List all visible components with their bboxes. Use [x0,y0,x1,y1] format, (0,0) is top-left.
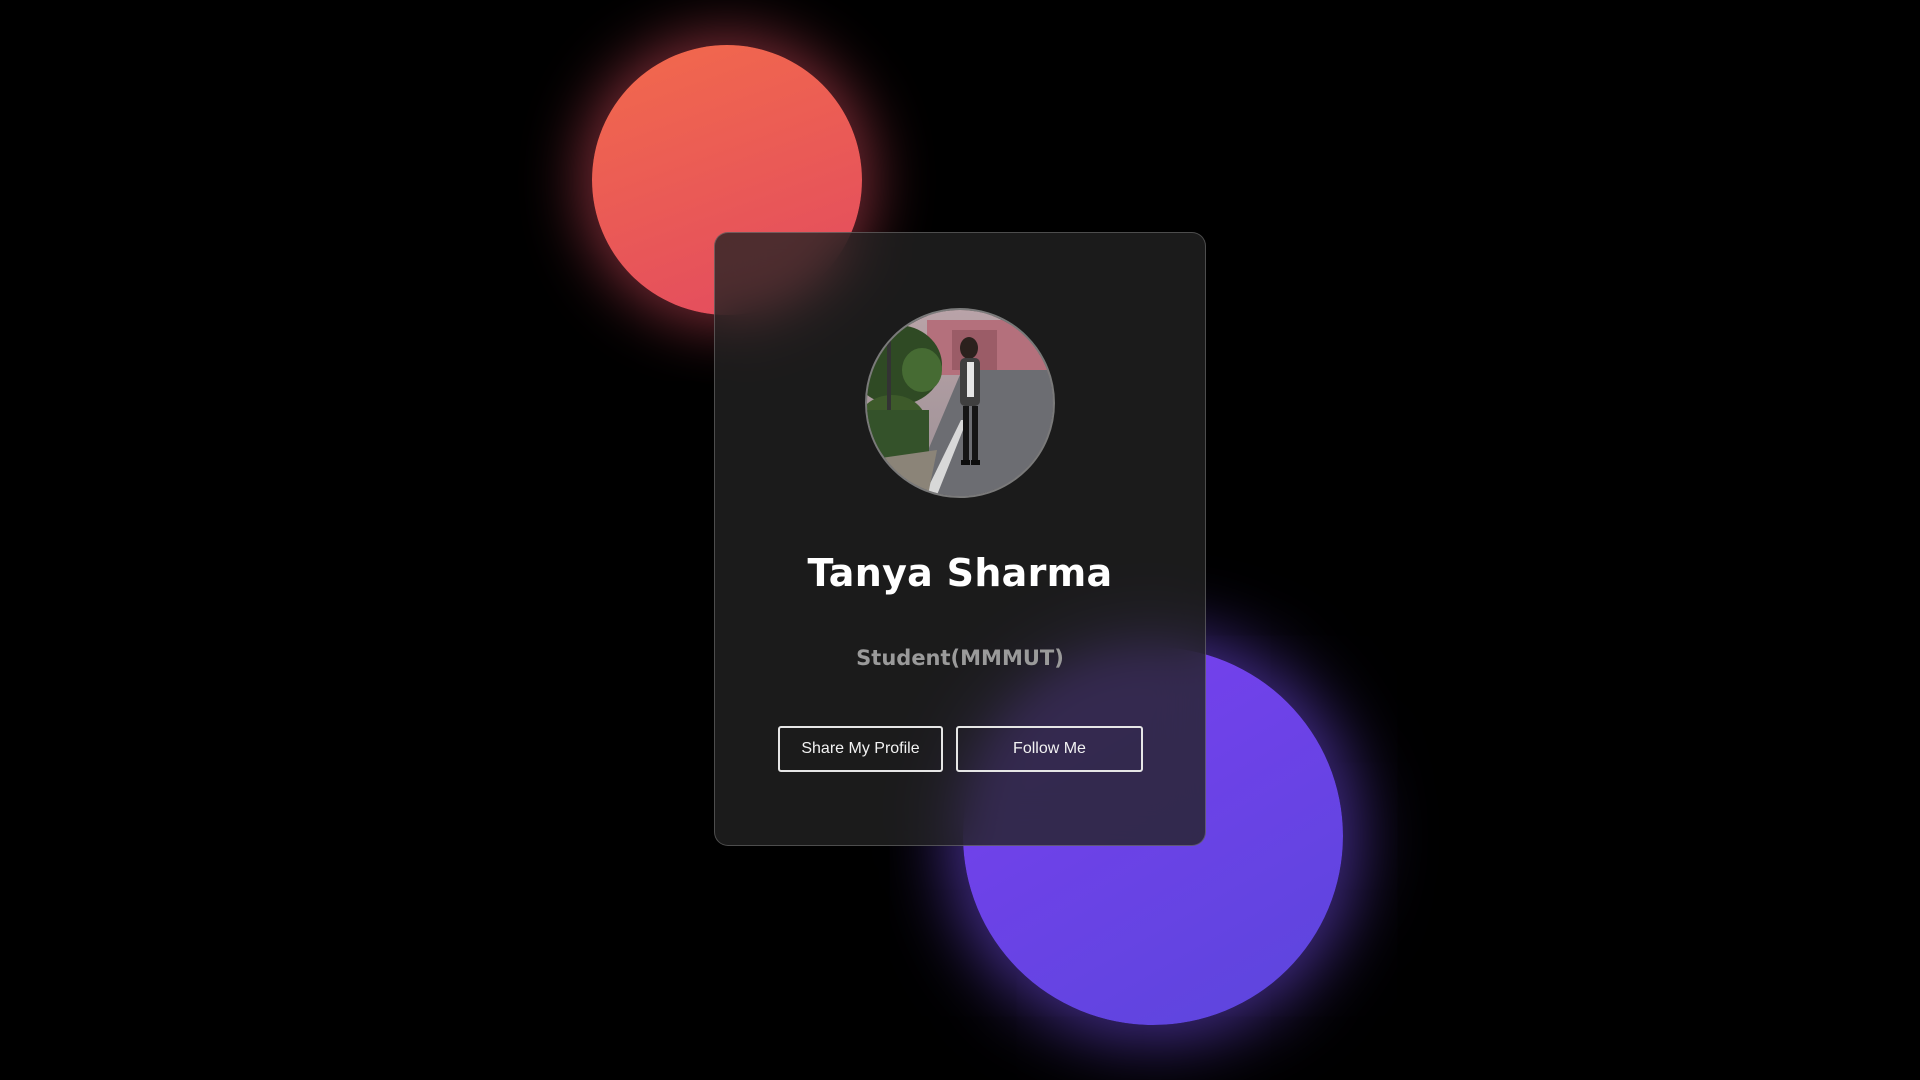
profile-name: Tanya Sharma [807,551,1113,595]
avatar [865,308,1055,498]
profile-card: Tanya Sharma Student(MMMUT) Share My Pro… [714,232,1206,846]
page-background: Tanya Sharma Student(MMMUT) Share My Pro… [0,0,1920,1080]
profile-photo [867,310,1053,496]
profile-role: Student(MMMUT) [856,646,1064,670]
share-profile-button[interactable]: Share My Profile [778,726,943,772]
follow-button[interactable]: Follow Me [956,726,1143,772]
